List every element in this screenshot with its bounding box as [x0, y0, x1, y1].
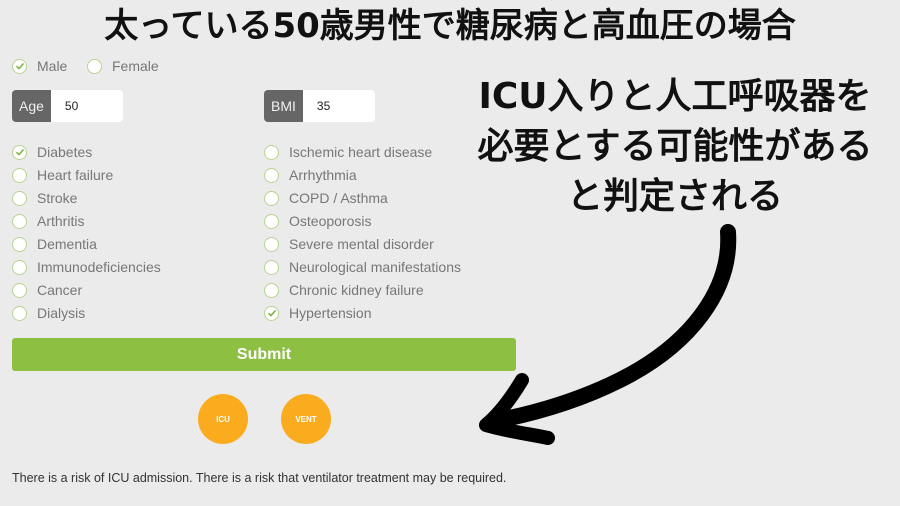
age-input[interactable]: 50 [50, 90, 123, 122]
checkbox-osteoporosis[interactable]: Osteoporosis [264, 213, 371, 229]
checkbox-severe-mental-disorder[interactable]: Severe mental disorder [264, 236, 434, 252]
checkbox-diabetes[interactable]: Diabetes [12, 144, 92, 160]
radio-male[interactable]: Male [12, 58, 67, 74]
checkbox-circle[interactable] [264, 305, 279, 321]
checkbox-label: Severe mental disorder [289, 236, 434, 252]
checkbox-dementia[interactable]: Dementia [12, 236, 97, 252]
checkbox-circle[interactable] [12, 236, 27, 252]
bmi-input[interactable]: 35 [302, 90, 375, 122]
checkbox-chronic-kidney-failure[interactable]: Chronic kidney failure [264, 282, 424, 298]
checkbox-circle[interactable] [264, 236, 279, 252]
checkbox-label: Hypertension [289, 305, 372, 321]
annotation-line: ICU入りと人工呼吸器を [478, 76, 872, 117]
check-icon [15, 148, 24, 156]
checkbox-label: Arthritis [37, 213, 85, 229]
checkbox-label: COPD / Asthma [289, 190, 388, 206]
radio-circle[interactable] [12, 58, 27, 74]
radio-label: Male [37, 58, 68, 74]
checkbox-circle[interactable] [12, 144, 27, 160]
checkbox-stroke[interactable]: Stroke [12, 190, 77, 206]
submit-button[interactable]: Submit [12, 338, 516, 371]
result-text: There is a risk of ICU admission. There … [12, 471, 507, 485]
checkbox-copd-asthma[interactable]: COPD / Asthma [264, 190, 388, 206]
vent-badge: VENT [281, 394, 331, 444]
icu-badge: ICU [198, 394, 248, 444]
checkbox-label: Neurological manifestations [289, 259, 461, 275]
checkbox-cancer[interactable]: Cancer [12, 282, 82, 298]
checkbox-hypertension[interactable]: Hypertension [264, 305, 372, 321]
checkbox-circle[interactable] [264, 167, 279, 183]
checkbox-circle[interactable] [12, 167, 27, 183]
checkbox-label: Heart failure [37, 167, 114, 183]
check-icon [15, 62, 24, 70]
checkbox-label: Immunodeficiencies [37, 259, 161, 275]
checkbox-circle[interactable] [264, 144, 279, 160]
checkbox-circle[interactable] [264, 259, 279, 275]
radio-female[interactable]: Female [87, 58, 159, 74]
bmi-field[interactable]: BMI 35 [264, 90, 375, 122]
annotation: ICU入りと人工呼吸器を 必要とする可能性がある と判定される [450, 72, 900, 222]
checkbox-circle[interactable] [12, 305, 27, 321]
checkbox-label: Ischemic heart disease [289, 144, 433, 160]
bmi-label: BMI [264, 90, 303, 122]
checkbox-arrhythmia[interactable]: Arrhythmia [264, 167, 357, 183]
checkbox-arthritis[interactable]: Arthritis [12, 213, 84, 229]
checkbox-label: Osteoporosis [289, 213, 372, 229]
age-field[interactable]: Age 50 [12, 90, 123, 122]
arrow-icon [479, 224, 737, 445]
annotation-line: 必要とする可能性がある [477, 126, 873, 167]
checkbox-dialysis[interactable]: Dialysis [12, 305, 85, 321]
checkbox-circle[interactable] [12, 213, 27, 229]
headline: 太っている50歳男性で糖尿病と高血圧の場合 [104, 6, 796, 46]
checkbox-circle[interactable] [264, 190, 279, 206]
checkbox-immunodeficiencies[interactable]: Immunodeficiencies [12, 259, 161, 275]
checkbox-circle[interactable] [12, 259, 27, 275]
checkbox-label: Chronic kidney failure [289, 282, 424, 298]
radio-label: Female [112, 58, 159, 74]
checkbox-ischemic-heart-disease[interactable]: Ischemic heart disease [264, 144, 432, 160]
radio-circle[interactable] [87, 58, 102, 74]
checkbox-label: Arrhythmia [289, 167, 357, 183]
checkbox-neurological-manifestations[interactable]: Neurological manifestations [264, 259, 461, 275]
checkbox-label: Diabetes [37, 144, 93, 160]
checkbox-heart-failure[interactable]: Heart failure [12, 167, 113, 183]
checkbox-circle[interactable] [12, 282, 27, 298]
checkbox-circle[interactable] [12, 190, 27, 206]
check-icon [267, 309, 276, 317]
annotation-line: と判定される [566, 176, 783, 217]
checkbox-circle[interactable] [264, 282, 279, 298]
checkbox-label: Dementia [37, 236, 97, 252]
checkbox-label: Stroke [37, 190, 78, 206]
checkbox-circle[interactable] [264, 213, 279, 229]
age-label: Age [12, 90, 51, 122]
checkbox-label: Dialysis [37, 305, 86, 321]
checkbox-label: Cancer [37, 282, 83, 298]
